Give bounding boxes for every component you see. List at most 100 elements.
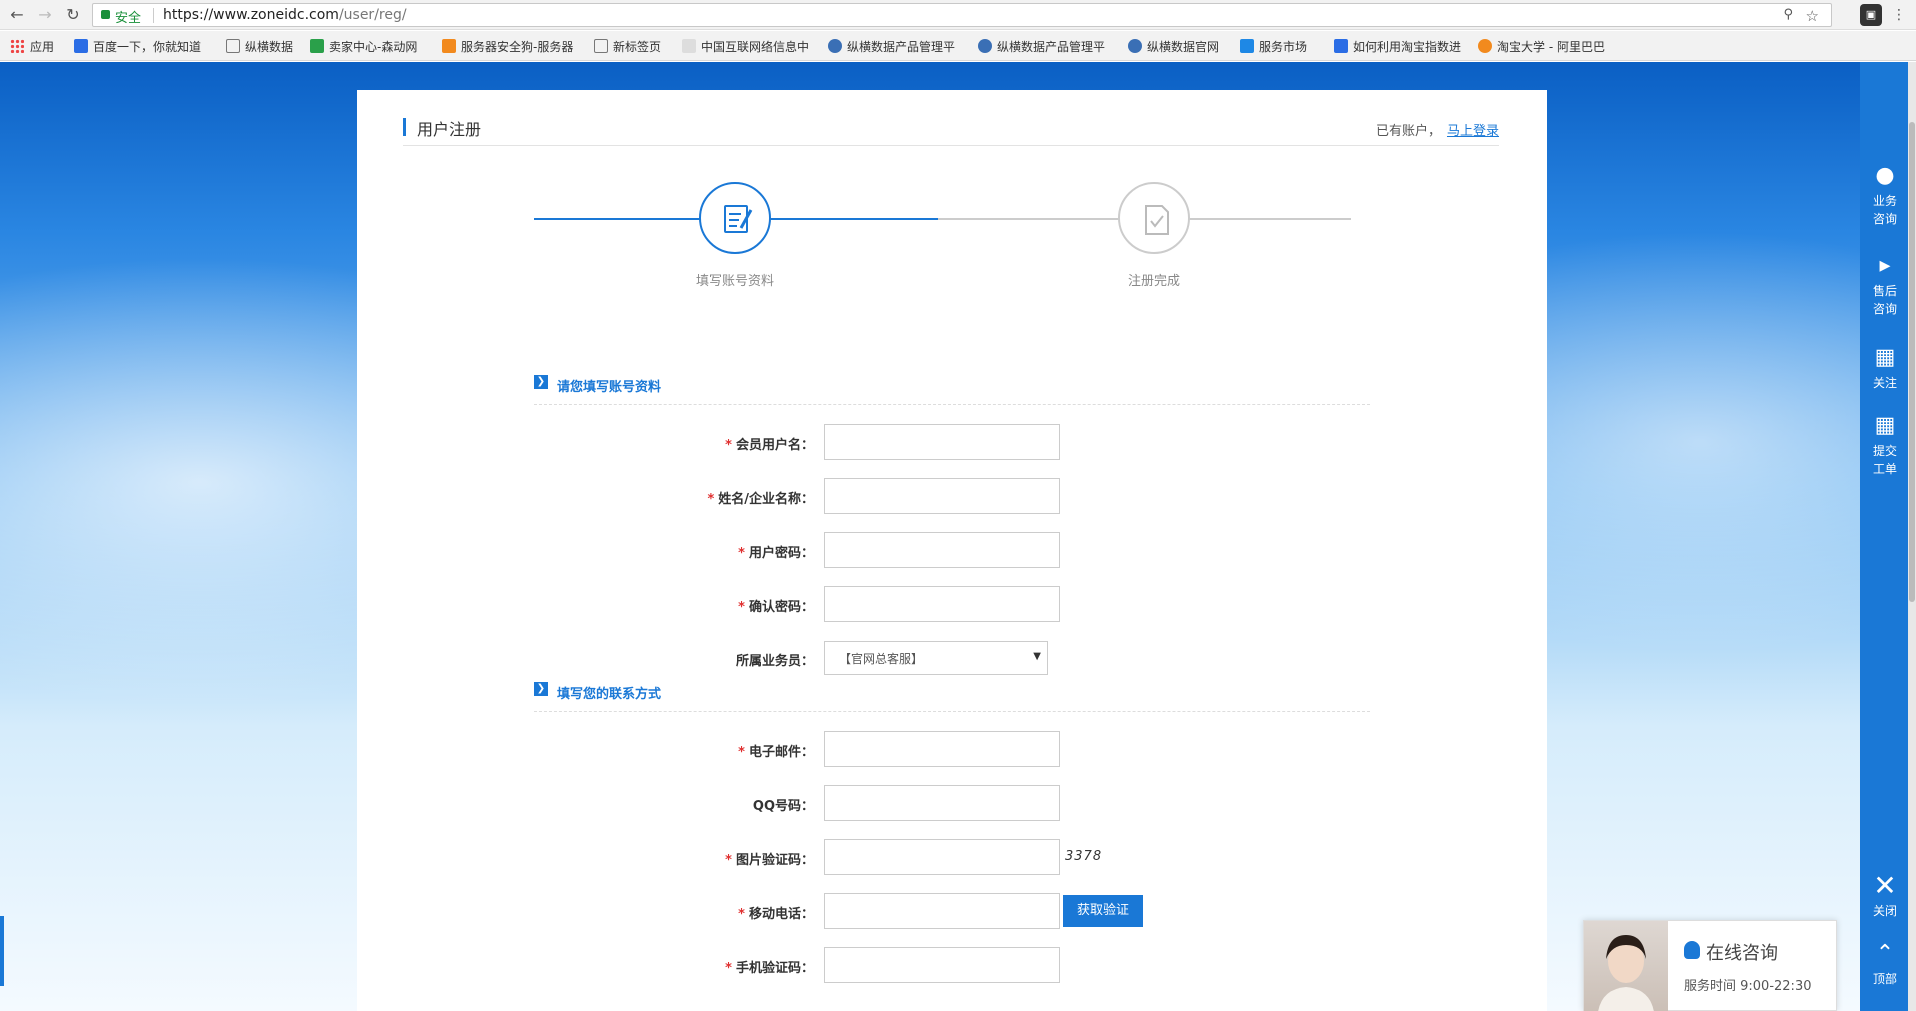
bookmark-product-1[interactable]: 纵横数据产品管理平 bbox=[828, 38, 955, 54]
label-username: * 会员用户名： bbox=[725, 438, 814, 453]
baidu-icon bbox=[1334, 39, 1348, 53]
extension-icon[interactable]: ▣ bbox=[1860, 4, 1882, 26]
bookmark-zongheng[interactable]: 纵横数据 bbox=[226, 38, 293, 54]
label-password: * 用户密码： bbox=[738, 546, 814, 561]
key-icon[interactable]: ⚲ bbox=[1783, 7, 1793, 22]
sidebar-item-ticket[interactable]: ▦ 提交工单 bbox=[1860, 412, 1910, 478]
label-realname: * 姓名/企业名称： bbox=[707, 492, 814, 507]
lock-icon bbox=[101, 10, 110, 19]
star-icon[interactable]: ☆ bbox=[1806, 7, 1819, 25]
sidebar-item-follow[interactable]: ▦ 关注 bbox=[1860, 344, 1910, 392]
back-icon[interactable]: ← bbox=[6, 4, 28, 26]
address-separator bbox=[153, 8, 154, 23]
chevron-up-icon: ⌃ bbox=[1875, 941, 1895, 966]
section-divider bbox=[534, 711, 1370, 712]
username-input[interactable] bbox=[824, 424, 1060, 460]
site-icon bbox=[310, 39, 324, 53]
safedog-icon bbox=[442, 39, 456, 53]
password-input[interactable] bbox=[824, 532, 1060, 568]
get-code-button[interactable]: 获取验证 bbox=[1063, 895, 1143, 927]
label-sms-code: * 手机验证码： bbox=[725, 961, 814, 976]
site-icon bbox=[682, 39, 696, 53]
right-sidebar: ● 业务咨询 ▸ 售后咨询 ▦ 关注 ▦ 提交工单 ✕ 关闭 ⌃ 顶部 bbox=[1860, 62, 1916, 1011]
label-mobile: * 移动电话： bbox=[738, 907, 814, 922]
captcha-input[interactable] bbox=[824, 839, 1060, 875]
sidebar-item-close[interactable]: ✕ 关闭 bbox=[1860, 872, 1910, 920]
reload-icon[interactable]: ↻ bbox=[62, 4, 84, 26]
bookmark-taobao-university[interactable]: 淘宝大学 - 阿里巴巴 bbox=[1478, 38, 1605, 54]
edit-form-icon bbox=[724, 205, 753, 233]
label-captcha: * 图片验证码： bbox=[725, 853, 814, 868]
label-email: * 电子邮件： bbox=[738, 745, 814, 760]
chat-hours: 服务时间 9:00-22:30 bbox=[1684, 979, 1812, 994]
section-arrow-icon: ❯ bbox=[534, 682, 548, 696]
bookmark-cnnic[interactable]: 中国互联网络信息中 bbox=[682, 38, 809, 54]
online-chat-widget[interactable]: 在线咨询 服务时间 9:00-22:30 bbox=[1583, 920, 1837, 1011]
mobile-input[interactable] bbox=[824, 893, 1060, 929]
login-prompt: 已有账户， 马上登录 bbox=[1375, 124, 1499, 139]
step-1-circle bbox=[699, 182, 771, 254]
qq-penguin-icon bbox=[1684, 941, 1700, 959]
secure-label: 安全 bbox=[115, 11, 142, 26]
url-text[interactable]: https://www.zoneidc.com/user/reg/ bbox=[163, 7, 407, 23]
bookmark-product-2[interactable]: 纵横数据产品管理平 bbox=[978, 38, 1105, 54]
bookmark-market[interactable]: 服务市场 bbox=[1240, 38, 1307, 54]
chat-title: 在线咨询 bbox=[1706, 943, 1778, 964]
page-background: 用户注册 已有账户， 马上登录 填写账号资料 注册完成 ❯ 请您填写账号资料 *… bbox=[0, 62, 1916, 1011]
qq-input[interactable] bbox=[824, 785, 1060, 821]
bookmark-apps[interactable]: 应用 bbox=[10, 38, 54, 54]
agent-portrait-icon bbox=[1598, 935, 1654, 1011]
cloud-icon bbox=[978, 39, 992, 53]
title-bar: 用户注册 已有账户， 马上登录 bbox=[403, 116, 1499, 146]
section-divider bbox=[534, 404, 1370, 405]
email-input[interactable] bbox=[824, 731, 1060, 767]
step-2-circle bbox=[1118, 182, 1190, 254]
bookmarks-bar: 应用 百度一下，你就知道 纵横数据 卖家中心-森动网 服务器安全狗-服务器 新标… bbox=[0, 31, 1916, 61]
login-link[interactable]: 马上登录 bbox=[1447, 124, 1499, 139]
address-bar[interactable]: 安全 https://www.zoneidc.com/user/reg/ ⚲ ☆ bbox=[92, 3, 1832, 27]
cloud-icon bbox=[1128, 39, 1142, 53]
page-icon bbox=[594, 39, 608, 53]
confirm-password-input[interactable] bbox=[824, 586, 1060, 622]
site-icon bbox=[1478, 39, 1492, 53]
dropdown-arrow-icon: ▼ bbox=[1033, 651, 1041, 662]
title-marker bbox=[403, 118, 406, 136]
label-confirm-password: * 确认密码： bbox=[738, 600, 814, 615]
step-1-label: 填写账号资料 bbox=[695, 274, 774, 289]
menu-icon[interactable]: ⋮ bbox=[1888, 4, 1910, 26]
bookmark-taobao-index[interactable]: 如何利用淘宝指数进 bbox=[1334, 38, 1461, 54]
bookmark-baidu[interactable]: 百度一下，你就知道 bbox=[74, 38, 201, 54]
step-2-label: 注册完成 bbox=[1127, 274, 1180, 289]
section-title-contact: 填写您的联系方式 bbox=[557, 687, 662, 702]
bookmark-seller-center[interactable]: 卖家中心-森动网 bbox=[310, 38, 417, 54]
left-edge-tab[interactable] bbox=[0, 916, 4, 986]
qrcode-icon: ▦ bbox=[1874, 413, 1896, 438]
register-card: 用户注册 已有账户， 马上登录 填写账号资料 注册完成 ❯ 请您填写账号资料 *… bbox=[357, 90, 1547, 1011]
forward-icon[interactable]: → bbox=[34, 4, 56, 26]
qrcode-icon: ▦ bbox=[1874, 345, 1896, 370]
label-qq: QQ号码： bbox=[752, 799, 814, 814]
captcha-image[interactable]: 3378 bbox=[1065, 849, 1102, 864]
realname-input[interactable] bbox=[824, 478, 1060, 514]
section-title-account: 请您填写账号资料 bbox=[557, 380, 662, 395]
megaphone-icon: ▸ bbox=[1879, 253, 1891, 278]
bookmark-official[interactable]: 纵横数据官网 bbox=[1128, 38, 1219, 54]
cloud-icon bbox=[828, 39, 842, 53]
baidu-icon bbox=[74, 39, 88, 53]
qq-penguin-icon: ● bbox=[1875, 163, 1895, 188]
bookmark-safedog[interactable]: 服务器安全狗-服务器 bbox=[442, 38, 573, 54]
salesman-selected-value: 【官网总客服】 bbox=[839, 652, 924, 666]
page-title: 用户注册 bbox=[417, 120, 482, 139]
sms-code-input[interactable] bbox=[824, 947, 1060, 983]
agent-avatar bbox=[1584, 921, 1668, 1011]
apps-icon bbox=[10, 39, 24, 53]
bookmark-newtab[interactable]: 新标签页 bbox=[594, 38, 661, 54]
sidebar-item-aftersales[interactable]: ▸ 售后咨询 bbox=[1860, 252, 1910, 318]
page-icon bbox=[226, 39, 240, 53]
sidebar-item-sales-consult[interactable]: ● 业务咨询 bbox=[1860, 162, 1910, 228]
check-document-icon bbox=[1145, 205, 1169, 235]
sidebar-item-top[interactable]: ⌃ 顶部 bbox=[1860, 940, 1910, 988]
close-icon: ✕ bbox=[1873, 869, 1897, 902]
salesman-select[interactable]: 【官网总客服】 ▼ bbox=[824, 641, 1048, 675]
browser-toolbar: ← → ↻ 安全 https://www.zoneidc.com/user/re… bbox=[0, 0, 1916, 30]
